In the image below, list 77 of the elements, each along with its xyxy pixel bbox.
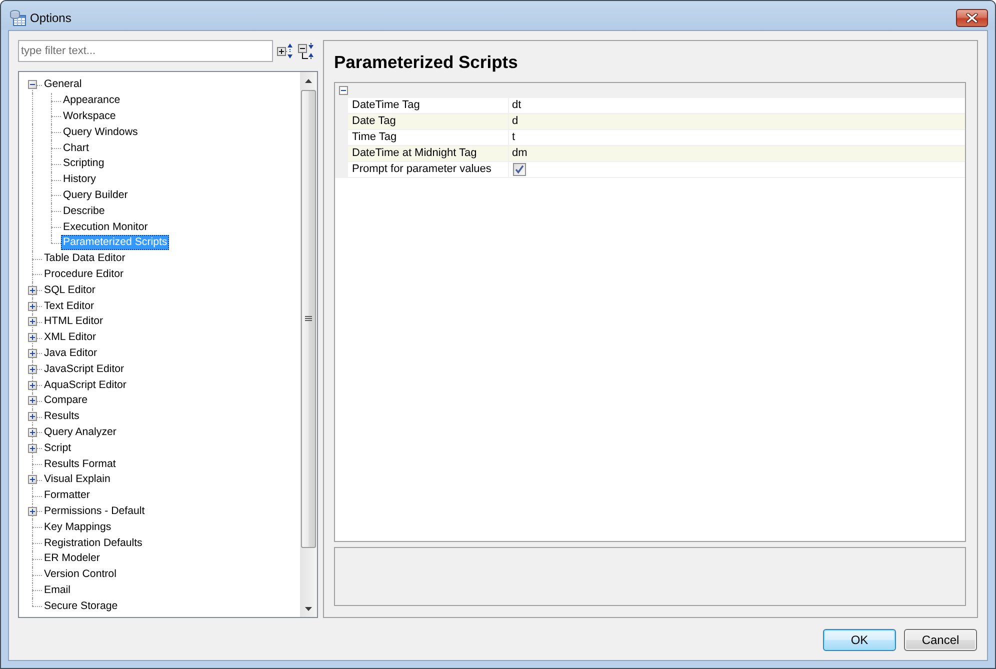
expand-icon[interactable] [28, 333, 37, 342]
tree-item[interactable]: Visual Explain [42, 472, 112, 488]
property-name: Time Tag [348, 130, 509, 145]
expand-icon[interactable] [28, 302, 37, 311]
tree-item[interactable]: Secure Storage [42, 598, 120, 614]
expand-icon[interactable] [28, 475, 37, 484]
tree-item[interactable]: AquaScript Editor [42, 378, 128, 393]
tree-item[interactable]: Query Windows [61, 124, 140, 140]
collapse-icon[interactable] [339, 86, 348, 95]
expand-icon[interactable] [28, 428, 37, 437]
collapse-all-icon[interactable] [298, 43, 314, 59]
property-value: d [511, 114, 520, 129]
property-value: dm [511, 146, 528, 161]
tree-item[interactable]: Email [42, 582, 72, 598]
caret-down-icon [305, 606, 312, 610]
tree-item[interactable]: Scripting [61, 156, 106, 172]
expand-icon[interactable] [28, 412, 37, 422]
tree-item[interactable]: Key Mappings [42, 520, 114, 535]
tree-item[interactable]: HTML Editor [42, 314, 106, 330]
close-icon [966, 13, 978, 23]
expand-icon[interactable] [28, 396, 37, 406]
tree-item[interactable]: Compare [42, 393, 90, 408]
tree-item[interactable]: Text Editor [42, 298, 96, 314]
tree-item[interactable]: Results [42, 409, 82, 424]
property-row[interactable]: DateTime Tag dt [335, 98, 965, 114]
close-button[interactable] [956, 9, 988, 27]
property-value: t [511, 130, 516, 145]
collapse-icon[interactable] [28, 80, 37, 90]
tree-item[interactable]: Formatter [42, 488, 92, 504]
tree-item[interactable]: SQL Editor [42, 282, 98, 298]
expand-icon[interactable] [28, 444, 37, 453]
expand-icon[interactable] [28, 380, 37, 390]
tree-item[interactable]: Query Builder [61, 188, 130, 203]
tree-item[interactable]: Workspace [61, 108, 118, 124]
filter-field[interactable]: type filter text... [18, 40, 273, 62]
property-row[interactable]: Prompt for parameter values [335, 162, 965, 178]
page-title: Parameterized Scripts [334, 52, 518, 72]
property-row[interactable]: Time Tag t [335, 130, 965, 146]
property-value: dt [511, 98, 522, 113]
tree-item[interactable]: Describe [61, 204, 107, 219]
dialog-button[interactable]: OK [823, 629, 896, 651]
property-name: Date Tag [348, 114, 509, 129]
checkbox[interactable] [513, 163, 526, 176]
tree-item[interactable]: Procedure Editor [42, 266, 126, 282]
property-name: Prompt for parameter values [348, 162, 509, 177]
tree-item[interactable]: Appearance [61, 93, 122, 108]
property-name: DateTime Tag [348, 98, 509, 113]
property-row[interactable]: DateTime at Midnight Tag dm [335, 146, 965, 162]
tree-item[interactable]: Table Data Editor [42, 251, 128, 266]
expand-icon[interactable] [28, 317, 37, 326]
tree-item[interactable]: Version Control [42, 567, 118, 582]
tree-item[interactable]: Registration Defaults [42, 536, 144, 550]
expand-all-icon[interactable] [277, 43, 293, 59]
tree-item[interactable]: Results Format [42, 456, 118, 472]
property-row[interactable]: Date Tag d [335, 114, 965, 130]
tree-item[interactable]: Query Analyzer [42, 424, 118, 440]
tree-item[interactable]: Execution Monitor [61, 220, 150, 235]
tree-item[interactable]: XML Editor [42, 330, 98, 346]
scroll-thumb[interactable] [301, 90, 316, 548]
tree-item[interactable]: Java Editor [42, 346, 99, 361]
tree-item[interactable]: Chart [61, 140, 91, 156]
caret-up-icon [305, 78, 312, 82]
window-title: Options [30, 10, 72, 26]
expand-icon[interactable] [28, 364, 37, 374]
dialog-button[interactable]: Cancel [904, 629, 977, 651]
tree-item[interactable]: JavaScript Editor [42, 362, 126, 377]
tree-item[interactable]: General [42, 77, 84, 92]
grip-icon [305, 316, 312, 322]
tree-item[interactable]: History [61, 172, 98, 188]
tree-item[interactable]: ER Modeler [42, 551, 102, 566]
tree-item[interactable]: Script [42, 440, 74, 456]
expand-icon[interactable] [28, 348, 37, 358]
expand-icon[interactable] [28, 286, 37, 295]
database-window-icon [10, 10, 26, 26]
expand-icon[interactable] [28, 506, 37, 516]
property-name: DateTime at Midnight Tag [348, 146, 509, 161]
tree-item[interactable]: Permissions - Default [42, 504, 147, 519]
